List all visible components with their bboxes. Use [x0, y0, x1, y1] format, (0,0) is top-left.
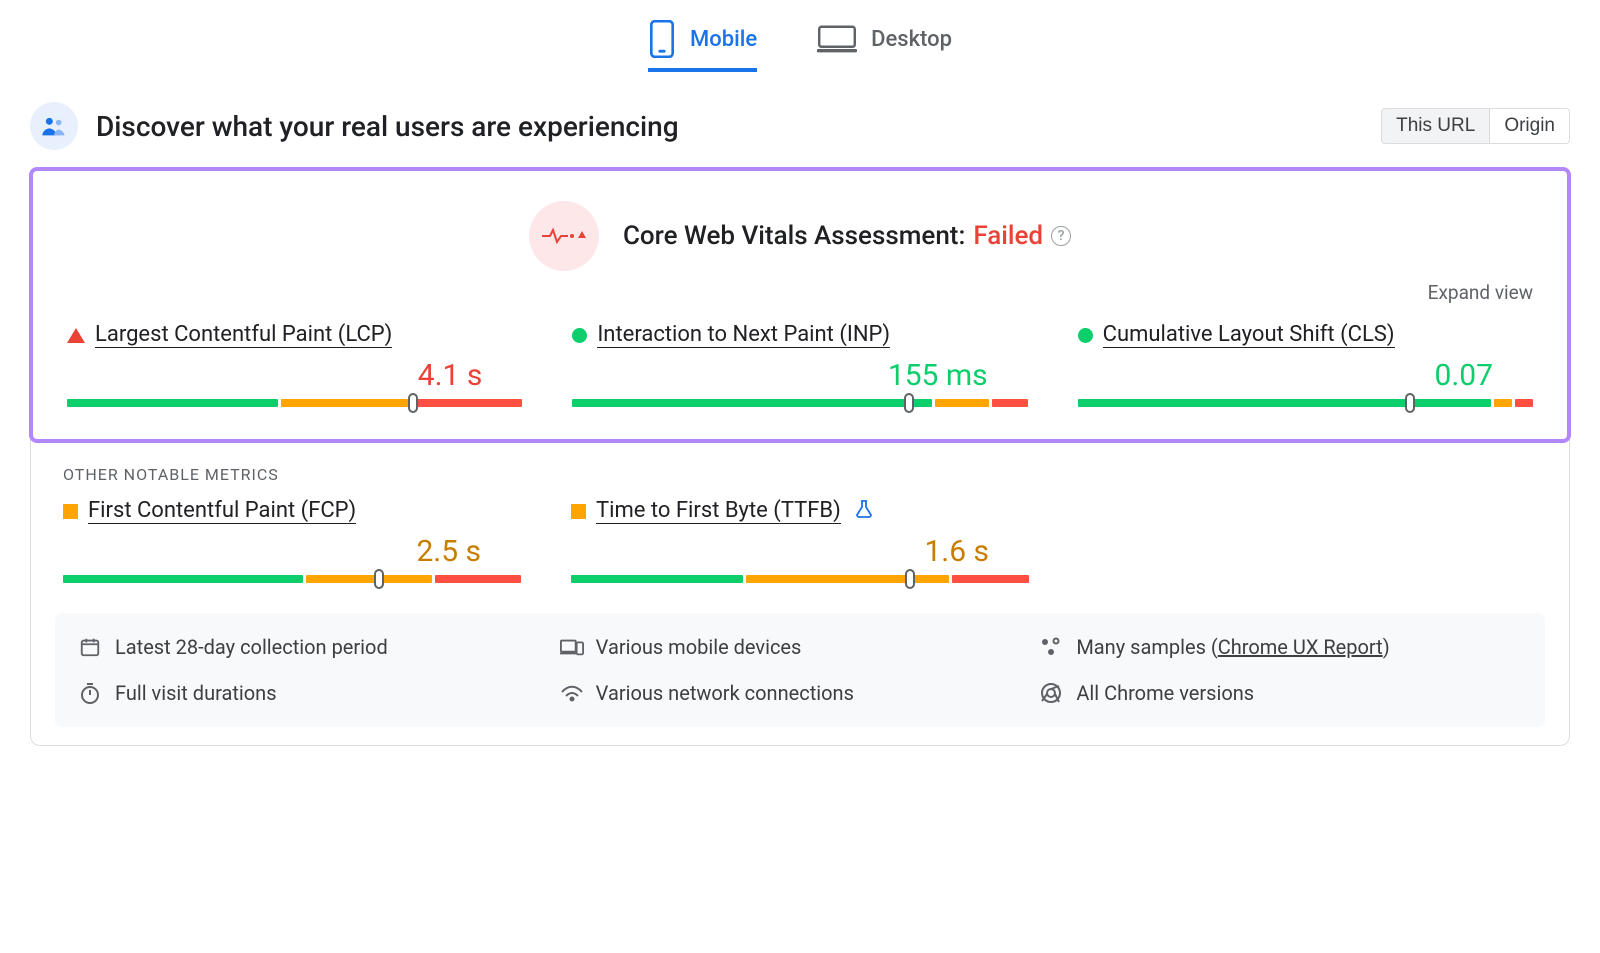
- device-tabs: Mobile Desktop: [30, 20, 1570, 72]
- good-dot-icon: [1078, 328, 1093, 343]
- vitals-pulse-icon: [529, 201, 599, 271]
- metric-inp: Interaction to Next Paint (INP) 155 ms: [572, 322, 1027, 409]
- info-samples: Many samples (Chrome UX Report): [1040, 635, 1521, 659]
- metric-cls: Cumulative Layout Shift (CLS) 0.07: [1078, 322, 1533, 409]
- poor-triangle-icon: [67, 328, 85, 343]
- section-header: Discover what your real users are experi…: [30, 102, 1570, 150]
- field-data-card: Core Web Vitals Assessment: Failed ? Exp…: [30, 168, 1570, 746]
- desktop-icon: [817, 24, 857, 54]
- metric-lcp-thumb: [408, 393, 418, 413]
- page-title: Discover what your real users are experi…: [96, 110, 679, 143]
- metric-cls-value: 0.07: [1078, 358, 1533, 393]
- metric-ttfb-bar: [571, 575, 1029, 585]
- metric-fcp-bar: [63, 575, 521, 585]
- metric-inp-name[interactable]: Interaction to Next Paint (INP): [597, 322, 890, 348]
- assessment-label: Core Web Vitals Assessment:: [623, 221, 965, 251]
- metric-ttfb-thumb: [905, 569, 915, 589]
- network-icon: [560, 684, 584, 702]
- chrome-icon: [1040, 682, 1064, 704]
- metric-lcp-name[interactable]: Largest Contentful Paint (LCP): [95, 322, 392, 348]
- metric-ttfb-value: 1.6 s: [571, 534, 1029, 569]
- core-metrics-grid: Largest Contentful Paint (LCP) 4.1 s Int…: [57, 322, 1543, 409]
- metric-inp-value: 155 ms: [572, 358, 1027, 393]
- info-durations: Full visit durations: [79, 681, 560, 705]
- average-square-icon: [63, 504, 78, 519]
- metric-cls-bar: [1078, 399, 1533, 409]
- assessment-help-icon[interactable]: ?: [1051, 226, 1071, 246]
- scope-origin[interactable]: Origin: [1489, 108, 1570, 144]
- info-versions: All Chrome versions: [1040, 681, 1521, 705]
- metric-lcp-value: 4.1 s: [67, 358, 522, 393]
- calendar-icon: [79, 636, 103, 658]
- scope-toggle: This URL Origin: [1381, 108, 1570, 144]
- info-devices: Various mobile devices: [560, 635, 1041, 659]
- metric-cls-thumb: [1405, 393, 1415, 413]
- devices-icon: [560, 637, 584, 657]
- metric-ttfb-name[interactable]: Time to First Byte (TTFB): [596, 498, 841, 524]
- users-icon: [30, 102, 78, 150]
- experimental-flask-icon[interactable]: [855, 499, 873, 524]
- other-metrics-heading: OTHER NOTABLE METRICS: [31, 441, 1569, 498]
- mobile-icon: [648, 20, 676, 58]
- tab-mobile[interactable]: Mobile: [648, 20, 757, 72]
- metric-ttfb: Time to First Byte (TTFB) 1.6 s: [571, 498, 1029, 585]
- average-square-icon: [571, 504, 586, 519]
- stopwatch-icon: [79, 682, 103, 704]
- chrome-ux-report-link[interactable]: Chrome UX Report: [1218, 635, 1383, 659]
- tab-desktop[interactable]: Desktop: [817, 20, 952, 72]
- metric-fcp-name[interactable]: First Contentful Paint (FCP): [88, 498, 356, 524]
- other-metrics-grid: First Contentful Paint (FCP) 2.5 s Time …: [31, 498, 1569, 605]
- good-dot-icon: [572, 328, 587, 343]
- assessment-row: Core Web Vitals Assessment: Failed ?: [57, 201, 1543, 271]
- scatter-icon: [1040, 636, 1064, 658]
- expand-view-link[interactable]: Expand view: [57, 281, 1533, 304]
- info-network: Various network connections: [560, 681, 1041, 705]
- metric-inp-bar: [572, 399, 1027, 409]
- metric-fcp-value: 2.5 s: [63, 534, 521, 569]
- scope-this-url[interactable]: This URL: [1381, 108, 1489, 144]
- info-period: Latest 28-day collection period: [79, 635, 560, 659]
- collection-info-footer: Latest 28-day collection period Various …: [55, 613, 1545, 727]
- metric-inp-thumb: [904, 393, 914, 413]
- metric-lcp: Largest Contentful Paint (LCP) 4.1 s: [67, 322, 522, 409]
- assessment-status: Failed: [973, 221, 1043, 251]
- tab-desktop-label: Desktop: [871, 27, 952, 52]
- metric-cls-name[interactable]: Cumulative Layout Shift (CLS): [1103, 322, 1395, 348]
- core-web-vitals-box: Core Web Vitals Assessment: Failed ? Exp…: [29, 167, 1571, 443]
- metric-fcp-thumb: [374, 569, 384, 589]
- tab-mobile-label: Mobile: [690, 27, 757, 52]
- metric-fcp: First Contentful Paint (FCP) 2.5 s: [63, 498, 521, 585]
- metric-lcp-bar: [67, 399, 522, 409]
